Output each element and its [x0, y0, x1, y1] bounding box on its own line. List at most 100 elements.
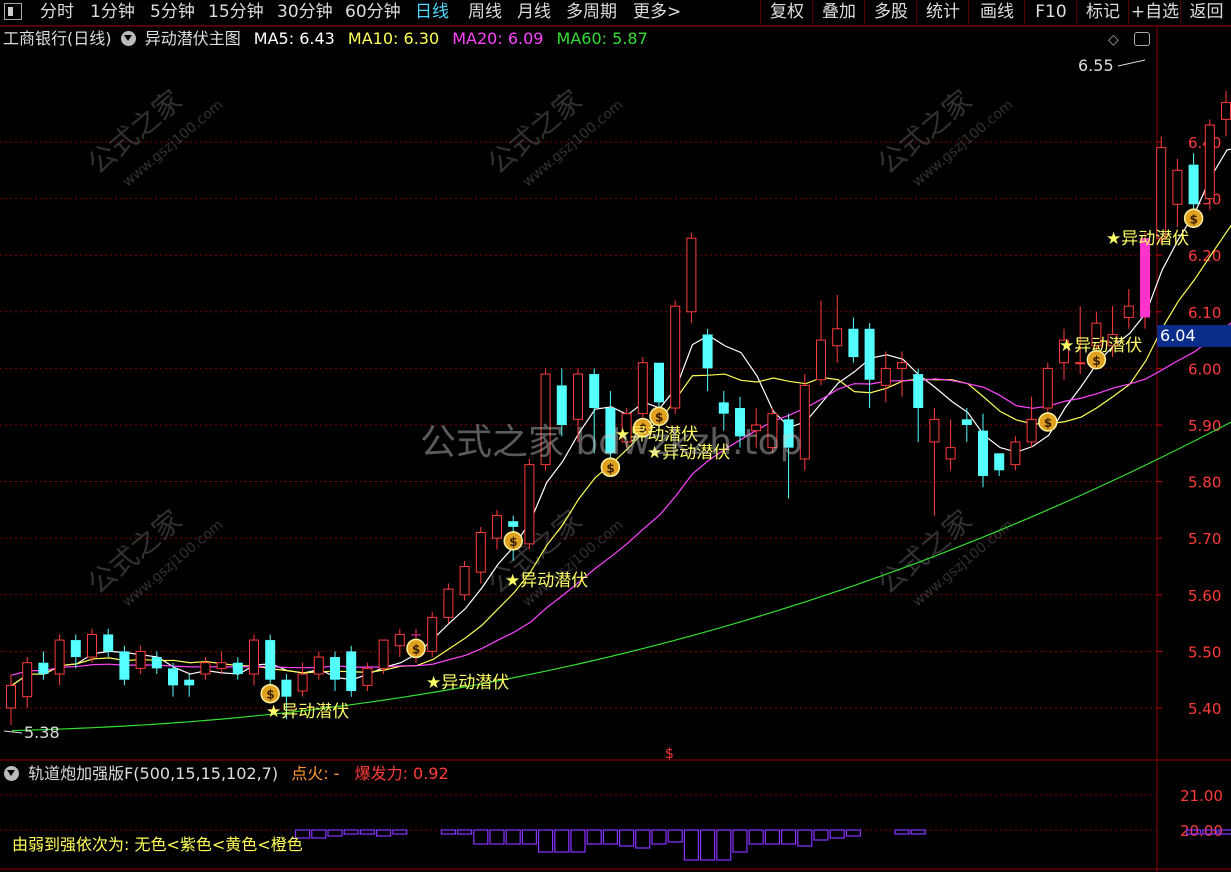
candle-down — [654, 362, 664, 403]
candle-up — [1026, 418, 1037, 443]
sub-volume-bar — [554, 829, 570, 853]
sub-volume-bar — [457, 829, 473, 835]
signal-label: ★异动潜伏 — [1106, 229, 1189, 249]
money-bag-symbol: $ — [1190, 212, 1198, 226]
high-arrow — [1117, 59, 1146, 67]
candle-down — [330, 657, 340, 680]
candle-up — [87, 633, 97, 658]
sub-volume-bar — [440, 829, 456, 835]
y-tick-label: 5.90 — [1188, 417, 1221, 435]
high-price-label: 6.55 — [1078, 56, 1114, 75]
sub-dropdown-icon[interactable] — [4, 766, 19, 781]
candle-up — [1221, 101, 1231, 120]
candle-signal — [411, 634, 421, 636]
sub-volume-bar — [602, 829, 619, 845]
candle-down — [848, 328, 859, 358]
candle-up — [427, 616, 438, 652]
candle-up — [1010, 441, 1021, 466]
sub-volume-bar — [699, 829, 716, 861]
candle-down — [913, 374, 924, 409]
candle-up — [135, 650, 146, 669]
candle-up — [443, 588, 454, 618]
sub-volume-bar — [894, 829, 910, 835]
y-tick-label: 6.00 — [1188, 360, 1221, 378]
sub-volume-bar — [570, 829, 586, 853]
sub-volume-bar — [343, 829, 359, 835]
candle-down — [38, 662, 49, 675]
candle-signal — [1140, 238, 1150, 318]
candle-up — [816, 339, 826, 381]
candle-down — [265, 640, 276, 680]
candle-up — [459, 566, 470, 596]
low-arrow — [3, 730, 23, 734]
sub-volume-bar — [392, 829, 408, 835]
candle-up — [670, 305, 681, 409]
sub-volume-bar — [618, 829, 635, 847]
sub-volume-bar — [586, 829, 602, 845]
watermark: 公式之家www.gszj100.com — [81, 503, 226, 610]
ma20-line — [11, 322, 1231, 676]
sub-volume-bar — [813, 829, 829, 841]
center-watermark: 公式之家 bdwzkzh.top — [420, 422, 803, 463]
candle-down — [70, 640, 81, 658]
candle-down — [119, 651, 130, 680]
y-tick-label: 5.50 — [1188, 643, 1221, 661]
watermark: 公式之家www.gszj100.com — [481, 83, 626, 190]
candle-up — [897, 362, 907, 369]
candle-down — [508, 521, 519, 527]
sub-volume-bar — [489, 829, 505, 845]
sub-volume-bar — [780, 829, 797, 845]
candle-up — [492, 515, 502, 539]
candle-down — [961, 419, 972, 425]
candle-down — [346, 651, 357, 692]
sub-volume-bar — [537, 829, 554, 853]
fire-value: 点火: - — [291, 764, 340, 783]
candle-up — [54, 639, 65, 675]
signal-label: ★异动潜伏 — [426, 673, 509, 693]
candle-up — [1156, 147, 1167, 239]
sub-volume-bar — [910, 829, 926, 835]
bottom-marker: $ — [665, 746, 674, 762]
signal-label: ★异动潜伏 — [1059, 336, 1142, 356]
money-bag-symbol: $ — [412, 642, 420, 656]
sub-volume-bar — [797, 829, 813, 847]
sub-volume-bar — [651, 829, 667, 845]
candle-up — [686, 237, 697, 313]
money-bag-symbol: $ — [509, 535, 517, 549]
watermark: 公式之家www.gszj100.com — [81, 83, 226, 190]
money-bag-symbol: $ — [1044, 416, 1052, 430]
candle-down — [103, 634, 114, 652]
candle-up — [475, 532, 486, 573]
sub-volume-bar — [732, 829, 748, 853]
candle-up — [524, 464, 535, 545]
sub-volume-bar — [845, 829, 862, 837]
candle-up — [929, 418, 940, 443]
candle-up — [313, 656, 324, 675]
candle-down — [151, 657, 162, 669]
low-price-label: 5.38 — [24, 723, 60, 742]
candle-up — [945, 447, 956, 460]
strength-legend: 由弱到强依次为: 无色<紫色<黄色<橙色 — [12, 835, 303, 854]
candle-down — [184, 679, 195, 686]
sub-volume-bar — [376, 829, 392, 837]
candle-up — [378, 639, 389, 669]
y-tick-label: 6.10 — [1188, 304, 1221, 322]
candle-down — [994, 453, 1005, 471]
sub-volume-bar — [829, 829, 845, 839]
candle-up — [249, 639, 259, 675]
sub-indicator-name[interactable]: 轨道炮加强版F(500,15,15,102,7) — [28, 764, 278, 783]
candle-up — [1042, 367, 1053, 409]
candle-up — [216, 662, 227, 669]
watermark: 公式之家www.gszj100.com — [871, 83, 1016, 190]
sub-volume-bar — [359, 829, 375, 835]
sub-volume-bar — [505, 829, 521, 845]
burst-value: 爆发力: 0.92 — [354, 764, 449, 783]
candle-down — [168, 668, 178, 686]
candle-up — [832, 328, 843, 347]
y-tick-label: 5.80 — [1188, 474, 1221, 492]
candle-up — [1204, 124, 1215, 200]
candle-down — [864, 328, 875, 380]
candle-up — [6, 684, 16, 709]
sub-volume-bar — [311, 829, 327, 839]
y-tick-label: 5.40 — [1188, 700, 1221, 718]
